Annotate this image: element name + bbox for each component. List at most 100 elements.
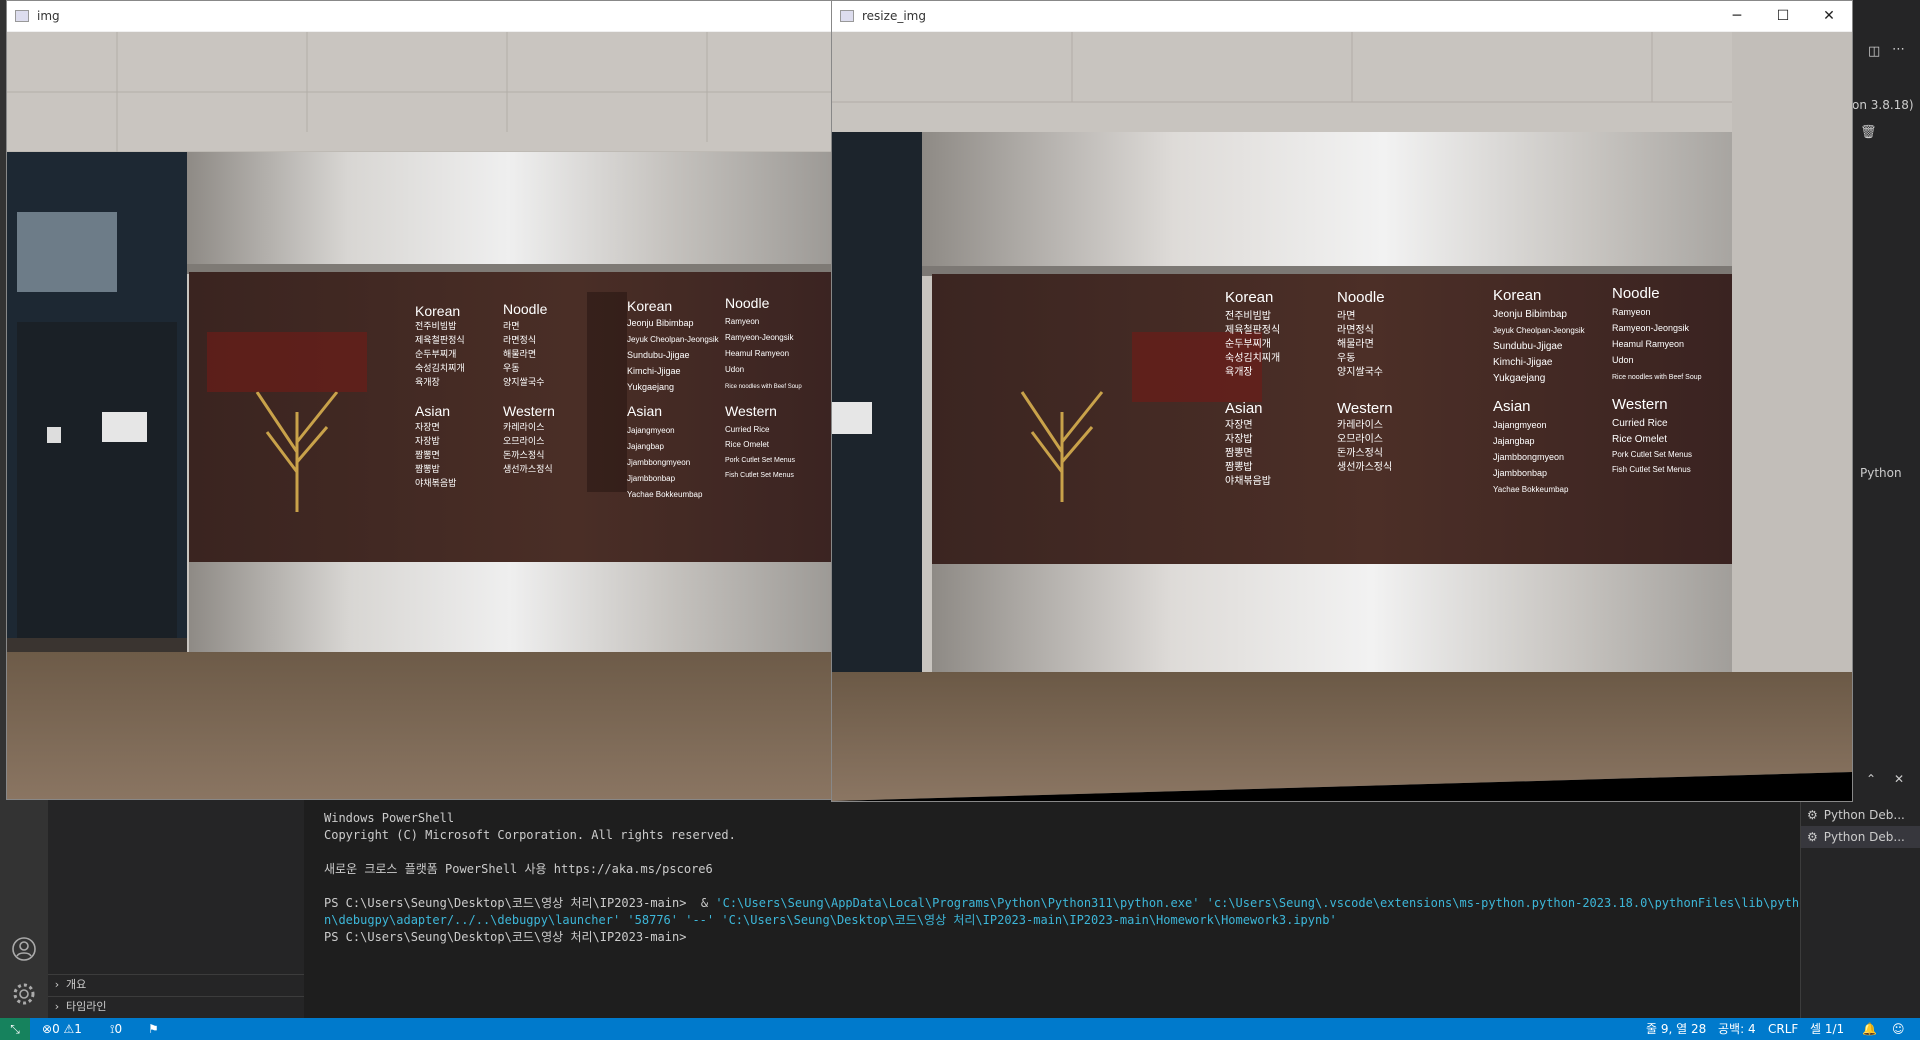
remote-indicator-icon[interactable]: ⤡ bbox=[0, 1018, 30, 1040]
menu-heading: Asian bbox=[1493, 398, 1531, 415]
menu-item: 육개장 bbox=[415, 377, 440, 387]
menu-item: 생선까스정식 bbox=[1337, 461, 1392, 473]
more-actions-icon[interactable]: ⋯ bbox=[1892, 42, 1905, 57]
debug-icon: ⚙ bbox=[1807, 808, 1818, 822]
menu-item: 자장밥 bbox=[415, 436, 440, 446]
indentation-status[interactable]: 공백: 4 bbox=[1718, 1018, 1756, 1040]
menu-item: Rice noodles with Beef Soup bbox=[1612, 374, 1702, 381]
menu-heading: Western bbox=[1612, 396, 1668, 413]
menu-item: 짬뽕면 bbox=[1225, 447, 1253, 459]
menu-heading: Korean bbox=[415, 303, 460, 319]
terminal-prompt: PS C:\Users\Seung\Desktop\코드\영상 처리\IP202… bbox=[324, 930, 687, 944]
window-app-icon bbox=[15, 10, 29, 22]
menu-item: 오므라이스 bbox=[503, 436, 544, 446]
warning-icon: ⚠ bbox=[63, 1022, 75, 1036]
menu-item: Jeyuk Cheolpan-Jeongsik bbox=[627, 335, 720, 344]
window-title-bar[interactable]: resize_img ─ ☐ ✕ bbox=[832, 1, 1852, 31]
ports-indicator[interactable]: ⟟0 bbox=[110, 1018, 122, 1040]
minimize-button[interactable]: ─ bbox=[1714, 1, 1760, 31]
menu-item: 생선까스정식 bbox=[503, 464, 553, 474]
menu-heading: Western bbox=[503, 403, 555, 419]
menu-item: Udon bbox=[1612, 355, 1634, 365]
menu-item: 돈까스정식 bbox=[1337, 447, 1383, 459]
terminal-line: Copyright (C) Microsoft Corporation. All… bbox=[324, 828, 736, 842]
image-window-resize-img[interactable]: resize_img ─ ☐ ✕ Korean 전주비빔밥 제육철판정식 순두부… bbox=[831, 0, 1853, 802]
terminal-command-line: PS C:\Users\Seung\Desktop\코드\영상 처리\IP202… bbox=[324, 896, 1807, 910]
image-window-img[interactable]: img Korean 전주비빔밥 제육철판정식 순두부찌개 숙성김치찌개 육개장… bbox=[6, 0, 832, 800]
problems-indicator[interactable]: ⊗0 ⚠1 bbox=[42, 1018, 82, 1040]
maximize-button[interactable]: ☐ bbox=[1760, 1, 1806, 31]
menu-item: 자장면 bbox=[415, 422, 440, 432]
menu-heading: Noodle bbox=[725, 295, 770, 311]
timeline-section[interactable]: › 타임라인 bbox=[48, 996, 304, 1017]
menu-item: Ramyeon bbox=[725, 317, 759, 326]
menu-item: 해물라면 bbox=[1337, 337, 1374, 350]
menu-item: Sundubu-Jjigae bbox=[627, 350, 690, 360]
menu-item: 라면정식 bbox=[1337, 324, 1374, 336]
terminal-session-item[interactable]: ⚙ Python Deb... bbox=[1801, 804, 1920, 826]
menu-item: 야채볶음밥 bbox=[1225, 475, 1271, 487]
menu-item: 짬뽕밥 bbox=[415, 464, 440, 474]
menu-item: Yukgaejang bbox=[627, 382, 674, 392]
menu-item: 짬뽕면 bbox=[415, 450, 440, 460]
kernel-version-label[interactable]: on 3.8.18) bbox=[1852, 98, 1914, 112]
close-panel-icon[interactable]: ✕ bbox=[1894, 772, 1904, 786]
trash-icon[interactable]: 🗑 bbox=[1860, 125, 1877, 140]
feedback-icon[interactable]: ☺ bbox=[1892, 1018, 1905, 1040]
menu-item: Curried Rice bbox=[725, 425, 770, 434]
menu-item: 해물라면 bbox=[503, 349, 536, 359]
split-editor-icon[interactable]: ◫ bbox=[1868, 44, 1880, 59]
menu-item: Sundubu-Jjigae bbox=[1493, 341, 1563, 352]
menu-item: Jajangbap bbox=[1493, 436, 1535, 446]
menu-item: Pork Cutlet Set Menus bbox=[725, 457, 796, 464]
accounts-icon[interactable] bbox=[10, 935, 38, 963]
menu-item: 양지쌀국수 bbox=[1337, 366, 1383, 378]
cell-status[interactable]: 셀 1/1 bbox=[1810, 1018, 1844, 1040]
menu-heading: Asian bbox=[415, 403, 450, 419]
window-title-bar[interactable]: img bbox=[7, 1, 831, 31]
menu-item: Fish Cutlet Set Menus bbox=[725, 472, 794, 479]
menu-item: Yukgaejang bbox=[1493, 373, 1545, 384]
chevron-right-icon: › bbox=[54, 1000, 60, 1013]
terminal-line: Windows PowerShell bbox=[324, 811, 455, 825]
cursor-position[interactable]: 줄 9, 열 28 bbox=[1646, 1018, 1706, 1040]
terminal-panel[interactable]: Windows PowerShell Copyright (C) Microso… bbox=[304, 804, 1806, 1018]
menu-item: 자장면 bbox=[1225, 419, 1253, 431]
menu-item: Fish Cutlet Set Menus bbox=[1612, 465, 1691, 474]
notifications-icon[interactable]: 🔔 bbox=[1862, 1018, 1877, 1040]
menu-item: Kimchi-Jjigae bbox=[1493, 357, 1553, 368]
menu-item: Udon bbox=[725, 365, 744, 374]
menu-item: 순두부찌개 bbox=[1225, 338, 1271, 350]
menu-heading: Noodle bbox=[1337, 289, 1385, 306]
menu-item: Heamul Ramyeon bbox=[725, 349, 789, 358]
window-title: resize_img bbox=[862, 9, 926, 23]
window-title: img bbox=[37, 9, 60, 23]
eol-status[interactable]: CRLF bbox=[1768, 1018, 1798, 1040]
menu-heading: Western bbox=[725, 403, 777, 419]
error-icon: ⊗ bbox=[42, 1022, 53, 1036]
menu-item: 자장밥 bbox=[1225, 433, 1253, 445]
menu-heading: Western bbox=[1337, 400, 1393, 417]
gear-icon[interactable] bbox=[10, 980, 38, 1008]
storefront-photo: Korean 전주비빔밥 제육철판정식 순두부찌개 숙성김치찌개 육개장 Asi… bbox=[7, 32, 831, 799]
menu-item: 제육철판정식 bbox=[415, 335, 465, 345]
debug-icon: ⚙ bbox=[1807, 830, 1818, 844]
debug-launch-icon[interactable]: ⚑ bbox=[148, 1018, 159, 1040]
menu-item: 제육철판정식 bbox=[1225, 324, 1280, 336]
menu-item: Heamul Ramyeon bbox=[1612, 339, 1684, 349]
warped-storefront-photo: Korean 전주비빔밥 제육철판정식 순두부찌개 숙성김치찌개 육개장 Asi… bbox=[832, 32, 1852, 801]
terminal-session-item[interactable]: ⚙ Python Deb... bbox=[1801, 826, 1920, 848]
close-button[interactable]: ✕ bbox=[1806, 1, 1852, 31]
menu-item: 카레라이스 bbox=[1337, 419, 1383, 431]
outline-section[interactable]: › 개요 bbox=[48, 974, 304, 995]
menu-item: 순두부찌개 bbox=[415, 349, 456, 359]
menu-heading: Asian bbox=[627, 403, 662, 419]
terminal-session-list: ⚙ Python Deb... ⚙ Python Deb... bbox=[1800, 798, 1920, 1018]
menu-item: 라면정식 bbox=[503, 335, 536, 345]
menu-item: 라면 bbox=[1337, 310, 1355, 322]
cell-language-label[interactable]: Python bbox=[1860, 466, 1902, 480]
menu-item: Jajangmyeon bbox=[627, 426, 675, 435]
window-app-icon bbox=[840, 10, 854, 22]
maximize-panel-icon[interactable]: ⌃ bbox=[1866, 772, 1876, 786]
menu-item: 짬뽕밥 bbox=[1225, 461, 1253, 473]
